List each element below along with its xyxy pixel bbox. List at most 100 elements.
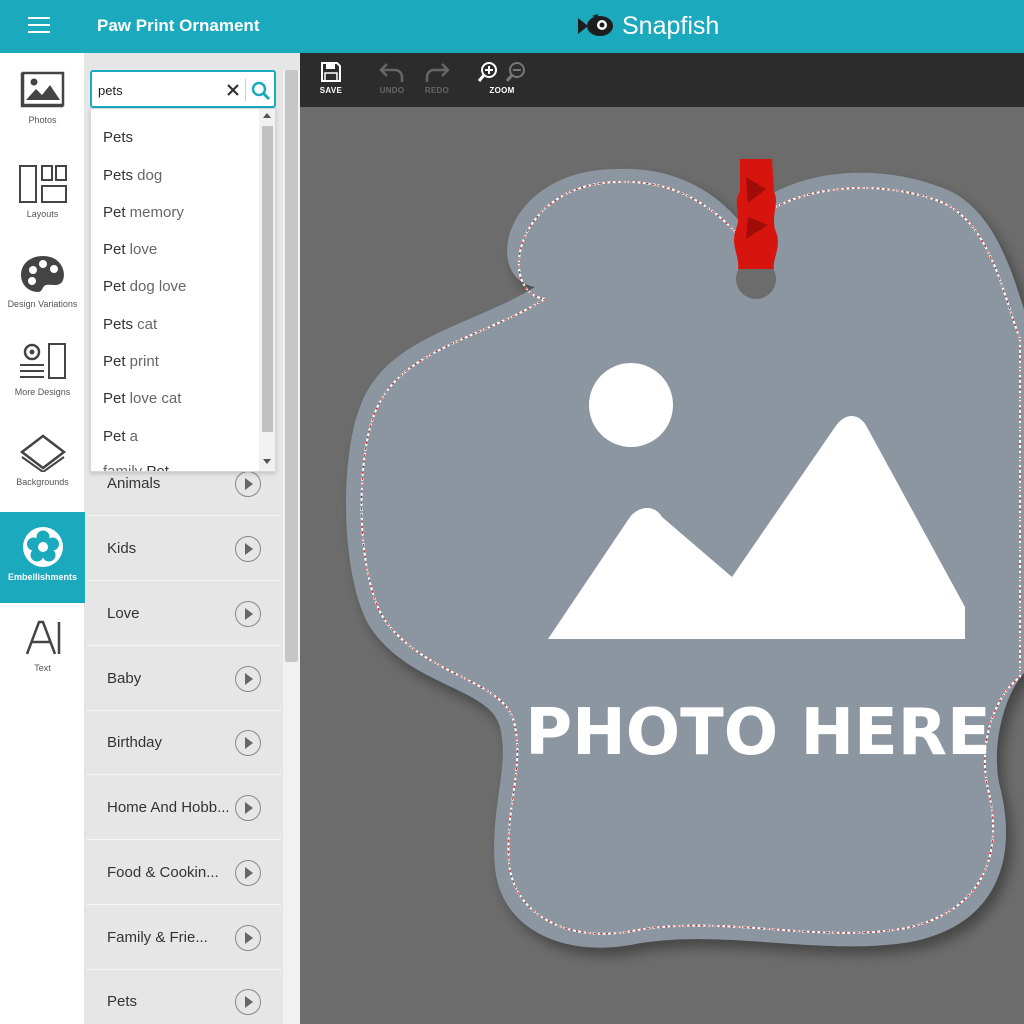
photo-placeholder-text: PHOTO HERE xyxy=(525,696,991,770)
search-icon[interactable] xyxy=(250,80,272,102)
play-arrow-icon[interactable] xyxy=(235,794,261,821)
suggestion-item[interactable]: Pet print xyxy=(103,353,159,370)
zoom-controls xyxy=(477,61,527,83)
design-canvas: PHOTO HERE xyxy=(300,107,1024,1024)
more-designs-icon xyxy=(18,339,68,385)
search-divider xyxy=(245,79,246,101)
backgrounds-icon xyxy=(18,429,68,475)
suggestion-item[interactable]: Pets xyxy=(103,129,133,146)
suggestion-item[interactable]: Pet memory xyxy=(103,204,184,221)
play-arrow-icon[interactable] xyxy=(235,729,261,756)
scroll-down-icon[interactable] xyxy=(263,459,271,464)
category-label: Pets xyxy=(107,993,138,1010)
category-label: Birthday xyxy=(107,734,163,751)
project-title: Paw Print Ornament xyxy=(97,16,260,35)
suggestion-rest: cat xyxy=(133,316,158,333)
zoom-button[interactable]: ZOOM xyxy=(476,61,528,103)
category-row[interactable]: Birthday xyxy=(86,711,281,775)
rail-item-layouts[interactable]: Layouts xyxy=(0,161,85,231)
category-row[interactable]: Baby xyxy=(86,647,281,711)
suggestion-match: Pet xyxy=(103,353,126,370)
fish-logo-icon xyxy=(578,14,613,36)
undo-label: UNDO xyxy=(379,86,405,95)
zoom-out-icon[interactable] xyxy=(505,61,527,83)
paw-ornament[interactable]: PHOTO HERE xyxy=(300,107,1024,1024)
panel-scroll-thumb[interactable] xyxy=(285,70,298,662)
suggestion-rest: memory xyxy=(125,204,184,221)
rail-item-text[interactable]: Text xyxy=(0,615,85,685)
category-label: Animals xyxy=(107,475,161,492)
suggestion-rest: love cat xyxy=(125,390,182,407)
category-label: Home And Hobb... xyxy=(107,799,230,816)
suggestion-item[interactable]: Pets dog xyxy=(103,167,162,184)
scroll-up-icon[interactable] xyxy=(263,113,271,118)
palette-icon xyxy=(18,251,68,297)
suggestion-rest: dog xyxy=(133,167,163,184)
editor-toolbar: SAVE UNDO REDO ZOOM xyxy=(300,53,1024,107)
suggestion-match: Pets xyxy=(103,129,134,146)
ribbon xyxy=(734,159,778,269)
layouts-icon xyxy=(18,161,68,207)
suggestion-item[interactable]: Pets cat xyxy=(103,316,157,333)
suggestion-item[interactable]: Pet love xyxy=(103,241,157,258)
rail-item-design-variations[interactable]: Design Variations xyxy=(0,251,85,323)
save-icon xyxy=(321,62,341,82)
suggestion-rest: a xyxy=(125,428,139,445)
play-arrow-icon[interactable] xyxy=(235,470,261,497)
category-label: Food & Cookin... xyxy=(107,864,219,881)
suggestion-item[interactable]: Pet a xyxy=(103,428,138,445)
undo-button[interactable]: UNDO xyxy=(370,61,414,103)
category-row[interactable]: Food & Cookin... xyxy=(86,841,281,905)
rail-item-photos[interactable]: Photos xyxy=(0,67,85,137)
flower-icon xyxy=(18,524,68,570)
suggestion-item[interactable]: Pet love cat xyxy=(103,390,181,407)
category-row[interactable]: Love xyxy=(86,582,281,646)
dropdown-scroll-thumb[interactable] xyxy=(262,126,273,432)
zoom-in-icon[interactable] xyxy=(477,61,499,83)
suggestion-match: Pet xyxy=(103,278,126,295)
save-label: SAVE xyxy=(319,86,343,95)
suggestion-item[interactable]: Pet dog love xyxy=(103,278,186,295)
suggestion-rest: love xyxy=(125,241,158,258)
suggestion-match: Pet xyxy=(103,428,126,445)
search-box xyxy=(90,70,276,108)
play-arrow-icon[interactable] xyxy=(235,600,261,627)
clear-icon[interactable] xyxy=(223,80,243,100)
rail-item-backgrounds[interactable]: Backgrounds xyxy=(0,429,85,499)
rail-label: Layouts xyxy=(26,209,59,219)
suggestion-match: family xyxy=(103,463,147,472)
suggestion-rest: print xyxy=(125,353,159,370)
zoom-label: ZOOM xyxy=(489,86,515,95)
category-row[interactable]: Home And Hobb... xyxy=(86,776,281,840)
rail-label: Design Variations xyxy=(7,299,78,309)
category-label: Kids xyxy=(107,540,137,557)
rail-label: Backgrounds xyxy=(16,477,69,487)
suggestion-match: Pet xyxy=(103,204,126,221)
redo-button[interactable]: REDO xyxy=(415,61,459,103)
play-arrow-icon[interactable] xyxy=(235,535,261,562)
category-row[interactable]: Pets xyxy=(86,970,281,1024)
play-arrow-icon[interactable] xyxy=(235,988,261,1015)
tool-rail: Photos Layouts Design Variations More De… xyxy=(0,53,85,1024)
category-label: Baby xyxy=(107,670,142,687)
category-row[interactable]: Kids xyxy=(86,517,281,581)
play-arrow-icon[interactable] xyxy=(235,859,261,886)
rail-item-more-designs[interactable]: More Designs xyxy=(0,339,85,409)
menu-icon[interactable] xyxy=(28,17,50,35)
suggestion-item[interactable]: family Pet xyxy=(103,463,169,472)
suggestion-dropdown: Pets Pets dog Pet memory Pet love Pet do… xyxy=(90,108,276,472)
category-row[interactable]: Family & Frie... xyxy=(86,906,281,970)
category-label: Family & Frie... xyxy=(107,929,208,946)
redo-label: REDO xyxy=(424,86,450,95)
brand-logo: Snapfish xyxy=(576,10,719,42)
rail-label: Text xyxy=(34,663,51,673)
suggestion-rest: Pet xyxy=(146,463,169,472)
undo-icon xyxy=(379,63,404,82)
search-input[interactable] xyxy=(98,80,218,100)
redo-icon xyxy=(425,63,450,82)
rail-item-embellishments[interactable]: Embellishments xyxy=(0,512,85,603)
play-arrow-icon[interactable] xyxy=(235,665,261,692)
suggestion-match: Pets xyxy=(103,316,134,333)
save-button[interactable]: SAVE xyxy=(309,61,353,103)
play-arrow-icon[interactable] xyxy=(235,924,261,951)
